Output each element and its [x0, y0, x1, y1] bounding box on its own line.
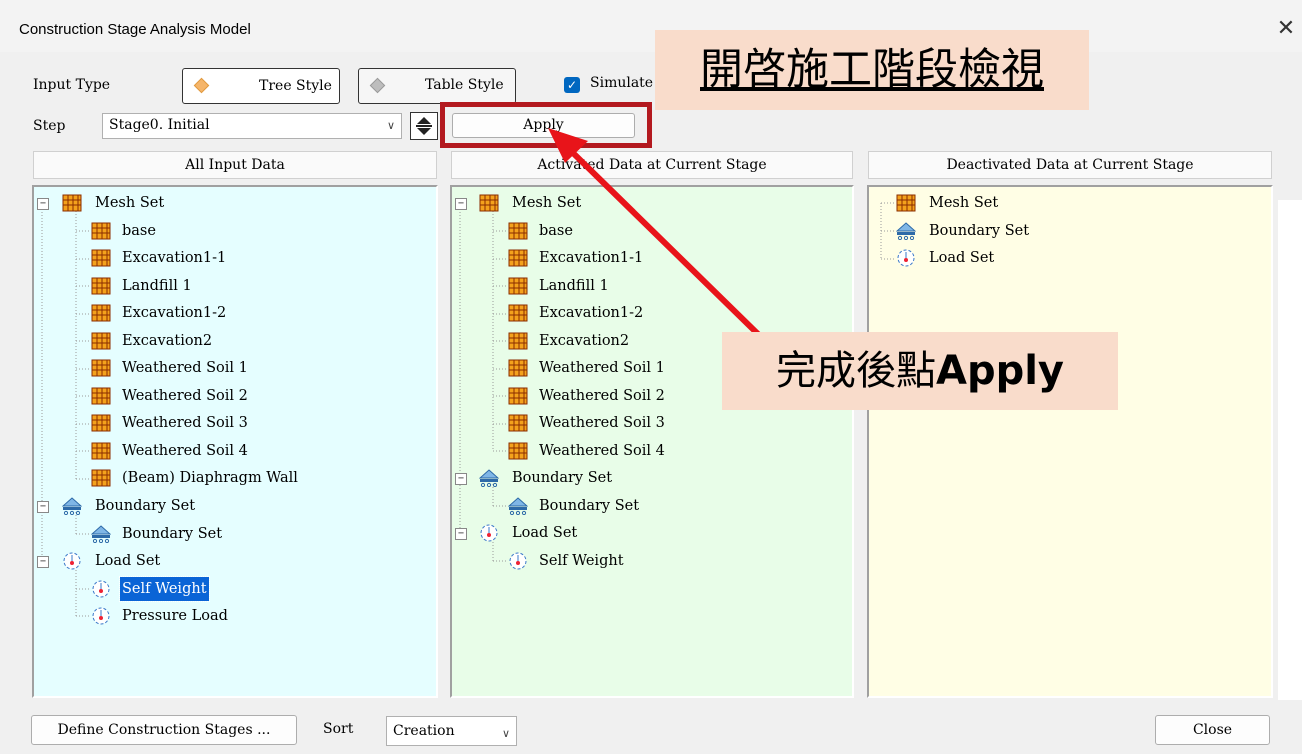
mesh-icon [508, 277, 528, 295]
define-construction-stages-button[interactable]: Define Construction Stages ... [31, 715, 297, 745]
load-icon [92, 607, 110, 625]
boundary-icon [896, 222, 916, 240]
tree-style-button[interactable]: Tree Style [182, 68, 340, 104]
mesh-icon [91, 277, 111, 295]
tree-style-label: Tree Style [259, 78, 332, 94]
load-icon [480, 524, 498, 542]
boundary-icon [479, 469, 499, 487]
mesh-icon [91, 469, 111, 487]
all-input-data-header: All Input Data [33, 151, 437, 179]
mesh-icon [91, 249, 111, 267]
window-title: Construction Stage Analysis Model [19, 21, 251, 38]
mesh-icon [508, 359, 528, 377]
right-margin-strip [1278, 200, 1302, 700]
apply-highlight-box [440, 102, 652, 148]
mesh-icon [91, 414, 111, 432]
mesh-icon [508, 249, 528, 267]
deactivated-data-header: Deactivated Data at Current Stage [868, 151, 1272, 179]
simulate-label: Simulate [590, 75, 654, 91]
step-value: Stage0. Initial [109, 117, 210, 133]
apply-instruction-bold: Apply [935, 348, 1064, 394]
boundary-icon [91, 525, 111, 543]
table-style-label: Table Style [425, 77, 504, 93]
simulate-checkbox[interactable]: ✓ [564, 77, 580, 93]
mesh-icon [508, 414, 528, 432]
collapse-icon[interactable]: − [37, 198, 49, 210]
activated-data-header: Activated Data at Current Stage [451, 151, 853, 179]
mesh-icon [508, 442, 528, 460]
activated-data-tree[interactable]: − Mesh Set base Excavation1-1 Landfill 1… [450, 185, 854, 698]
apply-instruction-prefix: 完成後點 [775, 348, 936, 394]
mesh-icon [91, 304, 111, 322]
updown-arrows-icon [416, 117, 432, 135]
collapse-icon[interactable]: − [455, 528, 467, 540]
load-icon [63, 552, 81, 570]
load-icon [92, 580, 110, 598]
mesh-icon [91, 222, 111, 240]
diamond-icon [193, 77, 210, 94]
mesh-icon [91, 387, 111, 405]
step-dropdown[interactable]: Stage0. Initial ∨ [102, 113, 402, 139]
mesh-icon [508, 387, 528, 405]
boundary-icon [62, 497, 82, 515]
boundary-icon [508, 497, 528, 515]
mesh-icon [62, 194, 82, 212]
step-spinner[interactable] [410, 112, 438, 140]
input-type-label: Input Type [33, 77, 111, 93]
mesh-icon [91, 332, 111, 350]
deactivated-data-tree[interactable]: Mesh Set Boundary Set Load Set [867, 185, 1273, 698]
apply-instruction-annotation: 完成後點Apply [722, 332, 1118, 410]
sort-dropdown[interactable]: Creation ∨ [386, 716, 517, 746]
collapse-icon[interactable]: − [455, 473, 467, 485]
mesh-icon [508, 222, 528, 240]
all-input-tree[interactable]: − Mesh Set base Excavation1-1 Landfill 1… [32, 185, 438, 698]
collapse-icon[interactable]: − [37, 556, 49, 568]
collapse-icon[interactable]: − [37, 501, 49, 513]
load-icon [509, 552, 527, 570]
sort-label: Sort [323, 721, 354, 737]
mesh-icon [91, 442, 111, 460]
diamond-icon [369, 77, 386, 94]
mesh-icon [896, 194, 916, 212]
chevron-down-icon: ∨ [386, 119, 395, 132]
mesh-icon [91, 359, 111, 377]
collapse-icon[interactable]: − [455, 198, 467, 210]
load-icon [897, 249, 915, 267]
close-icon[interactable]: ✕ [1272, 14, 1300, 42]
mesh-icon [479, 194, 499, 212]
view-stage-annotation: 開啓施工階段檢視 [655, 30, 1089, 110]
mesh-icon [508, 304, 528, 322]
step-label: Step [33, 118, 66, 134]
table-style-button[interactable]: Table Style [358, 68, 516, 104]
chevron-down-icon: ∨ [501, 727, 510, 740]
mesh-icon [508, 332, 528, 350]
close-button[interactable]: Close [1155, 715, 1270, 745]
sort-value: Creation [393, 723, 455, 739]
